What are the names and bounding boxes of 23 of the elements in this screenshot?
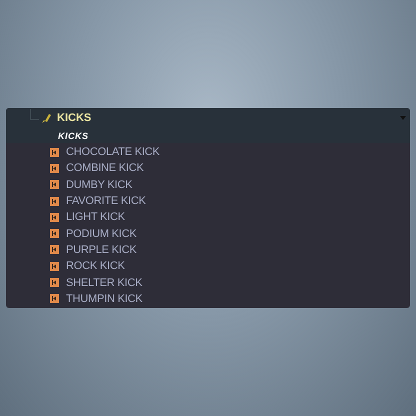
sample-label[interactable]: CHOCOLATE KICK	[66, 146, 160, 158]
sample-icon	[50, 229, 59, 238]
folder-title: KICKS	[58, 130, 89, 140]
sample-label[interactable]: THUMPIN KICK	[66, 292, 142, 305]
sample-icon	[50, 196, 59, 206]
sample-icon	[50, 212, 59, 222]
sample-label[interactable]: LIGHT KICK	[66, 211, 125, 224]
sample-icon	[50, 164, 59, 173]
folder-label[interactable]: KICKS	[57, 112, 92, 124]
sample-icon	[50, 180, 59, 190]
sample-icon	[50, 148, 59, 157]
sample-label[interactable]: DUMBY KICK	[66, 178, 132, 191]
caret-icon[interactable]	[400, 116, 406, 120]
sample-icon	[50, 294, 59, 304]
sample-label[interactable]: FAVORITE KICK	[66, 195, 146, 208]
sample-icon	[50, 245, 59, 254]
sample-label[interactable]: SHELTER KICK	[66, 276, 142, 289]
sample-label[interactable]: PODIUM KICK	[66, 228, 137, 240]
sample-label[interactable]: COMBINE KICK	[66, 162, 144, 174]
sample-label[interactable]: ROCK KICK	[66, 260, 125, 272]
sample-label[interactable]: PURPLE KICK	[66, 244, 137, 256]
sample-icon	[50, 262, 59, 271]
sample-icon	[50, 278, 59, 288]
